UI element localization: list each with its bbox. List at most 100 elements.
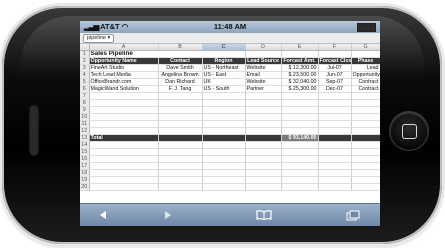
cell[interactable]: MagicWand Solution xyxy=(89,85,159,93)
row-number[interactable]: 17 xyxy=(80,162,90,170)
cell[interactable] xyxy=(351,183,380,191)
cell[interactable] xyxy=(281,127,319,135)
cell[interactable] xyxy=(281,113,319,121)
cell[interactable] xyxy=(202,141,246,149)
cell[interactable] xyxy=(245,169,282,177)
cell[interactable] xyxy=(318,92,352,100)
cell[interactable] xyxy=(318,169,352,177)
total-label[interactable]: Total xyxy=(89,134,159,142)
cell[interactable] xyxy=(351,113,380,121)
cell[interactable]: US - South xyxy=(202,85,246,93)
cell[interactable] xyxy=(89,92,159,100)
cell[interactable] xyxy=(281,99,319,107)
cell[interactable] xyxy=(281,50,319,58)
column-label[interactable]: Forcast Amt. xyxy=(281,57,319,65)
column-label[interactable]: Opportunity Name xyxy=(89,57,159,65)
cell[interactable]: Contract xyxy=(351,78,380,86)
total-value[interactable]: $ 93,140.00 xyxy=(281,134,319,142)
cell[interactable] xyxy=(202,155,246,163)
row-number[interactable]: 11 xyxy=(80,120,90,128)
cell[interactable] xyxy=(202,113,246,121)
cell[interactable] xyxy=(89,183,159,191)
cell[interactable] xyxy=(318,127,352,135)
cell[interactable] xyxy=(351,127,380,135)
cell[interactable] xyxy=(281,92,319,100)
column-label[interactable]: Forcast Close xyxy=(318,57,352,65)
cell[interactable] xyxy=(158,99,203,107)
cell[interactable] xyxy=(158,92,203,100)
cell[interactable] xyxy=(202,127,246,135)
cell[interactable] xyxy=(245,148,282,156)
row-number[interactable]: 6 xyxy=(80,85,90,93)
cell[interactable] xyxy=(245,162,282,170)
cell[interactable] xyxy=(318,99,352,107)
cell[interactable] xyxy=(281,120,319,128)
cell[interactable] xyxy=(351,99,380,107)
cell[interactable] xyxy=(281,169,319,177)
column-label[interactable]: Region xyxy=(202,57,246,65)
cell[interactable] xyxy=(281,148,319,156)
cell[interactable]: $ 23,500.00 xyxy=(281,71,319,79)
cell[interactable] xyxy=(245,92,282,100)
cell[interactable]: Lead xyxy=(351,64,380,72)
cell[interactable] xyxy=(318,176,352,184)
cell[interactable]: Tech Lead Media xyxy=(89,71,159,79)
cell[interactable]: Jun-07 xyxy=(318,71,352,79)
cell[interactable] xyxy=(351,134,380,142)
cell[interactable] xyxy=(351,155,380,163)
cell[interactable]: Website xyxy=(245,64,282,72)
cell[interactable] xyxy=(245,183,282,191)
cell[interactable] xyxy=(351,50,380,58)
cell[interactable] xyxy=(351,169,380,177)
cell[interactable] xyxy=(351,106,380,114)
cell[interactable] xyxy=(158,120,203,128)
column-label[interactable]: Phase xyxy=(351,57,380,65)
pages-icon[interactable] xyxy=(338,208,368,222)
cell[interactable] xyxy=(202,134,246,142)
cell[interactable] xyxy=(158,148,203,156)
cell[interactable] xyxy=(89,113,159,121)
cell[interactable]: $ 32,040.00 xyxy=(281,78,319,86)
cell[interactable]: F. J. Tang xyxy=(158,85,203,93)
cell[interactable] xyxy=(351,162,380,170)
cell[interactable]: OfficeBrandr.com xyxy=(89,78,159,86)
cell[interactable] xyxy=(245,106,282,114)
forward-arrow-icon[interactable] xyxy=(153,208,183,222)
cell[interactable] xyxy=(318,155,352,163)
cell[interactable] xyxy=(245,99,282,107)
cell[interactable] xyxy=(202,162,246,170)
cell[interactable] xyxy=(202,148,246,156)
home-button-icon[interactable] xyxy=(390,112,428,150)
cell[interactable]: Partner xyxy=(245,85,282,93)
cell[interactable]: Jul-07 xyxy=(318,64,352,72)
cell[interactable] xyxy=(245,155,282,163)
cell[interactable] xyxy=(245,134,282,142)
cell[interactable] xyxy=(318,162,352,170)
cell[interactable] xyxy=(202,169,246,177)
cell[interactable]: $ 12,300.00 xyxy=(281,64,319,72)
column-label[interactable]: Lead Source xyxy=(245,57,282,65)
cell[interactable] xyxy=(158,141,203,149)
cell[interactable] xyxy=(89,155,159,163)
cell[interactable] xyxy=(89,148,159,156)
cell[interactable]: Sep-07 xyxy=(318,78,352,86)
cell[interactable] xyxy=(351,120,380,128)
cell[interactable]: Angelina Brown xyxy=(158,71,203,79)
cell[interactable] xyxy=(202,120,246,128)
cell[interactable] xyxy=(202,92,246,100)
row-number[interactable]: 16 xyxy=(80,155,90,163)
cell[interactable] xyxy=(245,120,282,128)
cell[interactable] xyxy=(281,176,319,184)
row-number[interactable]: 1 xyxy=(80,50,90,58)
cell[interactable] xyxy=(158,169,203,177)
cell[interactable]: US - East xyxy=(202,71,246,79)
cell[interactable] xyxy=(89,120,159,128)
cell[interactable] xyxy=(158,162,203,170)
cell[interactable] xyxy=(318,120,352,128)
cell[interactable] xyxy=(158,155,203,163)
cell[interactable] xyxy=(89,106,159,114)
row-number[interactable]: 18 xyxy=(80,169,90,177)
cell[interactable] xyxy=(245,50,282,58)
cell[interactable] xyxy=(158,134,203,142)
row-number[interactable]: 2 xyxy=(80,57,90,65)
